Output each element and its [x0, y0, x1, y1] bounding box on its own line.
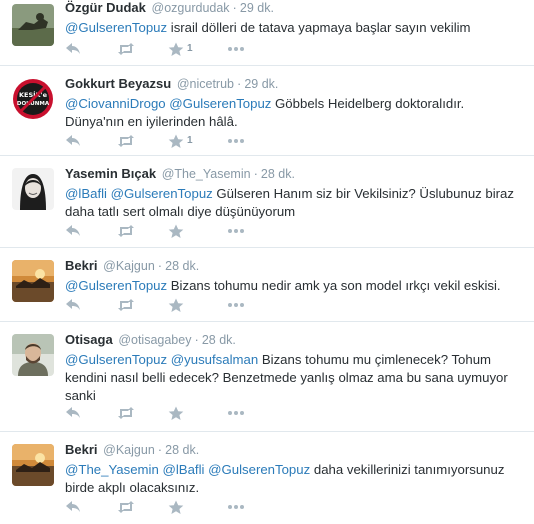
- separator-dot: ·: [237, 76, 242, 91]
- reply-icon[interactable]: [65, 500, 83, 516]
- more-icon[interactable]: [227, 134, 245, 150]
- reply-icon[interactable]: [65, 42, 83, 58]
- more-icon[interactable]: [227, 298, 245, 314]
- mention-link[interactable]: @CiovanniDrogo: [65, 96, 166, 111]
- tweet-text: @GulserenTopuz @yusufsalman Bizans tohum…: [65, 351, 526, 405]
- mention-link[interactable]: @GulserenTopuz: [65, 352, 167, 367]
- tweet-text: @GulserenTopuz Bizans tohumu nedir amk y…: [65, 277, 526, 295]
- favorite-count: 1: [187, 135, 193, 146]
- tweet-item[interactable]: Bekri @Kajgun · 28 dk. @GulserenTopuz Biza…: [0, 248, 534, 322]
- avatar[interactable]: [12, 260, 54, 302]
- tweet-item[interactable]: Bekri @Kajgun · 28 dk. @The_Yasemin @lBafl…: [0, 432, 534, 524]
- more-icon[interactable]: [227, 224, 245, 240]
- more-icon[interactable]: [227, 500, 245, 516]
- reply-icon[interactable]: [65, 134, 83, 150]
- reply-icon[interactable]: [65, 406, 83, 422]
- avatar[interactable]: [12, 444, 54, 486]
- retweet-icon[interactable]: [117, 134, 135, 150]
- retweet-icon[interactable]: [117, 42, 135, 58]
- separator-dot: ·: [194, 332, 199, 347]
- tweet-timestamp[interactable]: 28 dk.: [261, 167, 295, 181]
- star-icon[interactable]: [168, 298, 186, 314]
- tweet-fullname[interactable]: Bekri: [65, 258, 98, 273]
- tweet-text: @lBafli @GulserenTopuz Gülseren Hanım si…: [65, 185, 526, 221]
- tweet-text: @GulserenTopuz israil dölleri de tatava …: [65, 19, 526, 37]
- avatar-logo-text: DOKUNMA: [17, 101, 50, 107]
- retweet-icon[interactable]: [117, 406, 135, 422]
- retweet-icon[interactable]: [117, 224, 135, 240]
- reply-icon[interactable]: [65, 298, 83, 314]
- avatar[interactable]: KESİK'e DOKUNMA: [12, 78, 54, 120]
- mention-link[interactable]: @lBafli: [65, 186, 107, 201]
- tweet-timestamp[interactable]: 28 dk.: [165, 443, 199, 457]
- tweet-fullname[interactable]: Otisaga: [65, 332, 113, 347]
- tweet-fullname[interactable]: Gokkurt Beyazsu: [65, 76, 171, 91]
- avatar[interactable]: [12, 334, 54, 376]
- tweet-item[interactable]: Yasemin Bıçak @The_Yasemin · 28 dk. @lBafl…: [0, 156, 534, 248]
- separator-dot: ·: [157, 258, 163, 273]
- tweet-item[interactable]: Otisaga @otisagabey · 28 dk. @GulserenTopu…: [0, 322, 534, 432]
- star-icon[interactable]: [168, 42, 186, 58]
- tweet-fullname[interactable]: Yasemin Bıçak: [65, 166, 156, 181]
- tweet-fullname[interactable]: Özgür Dudak: [65, 0, 146, 15]
- star-icon[interactable]: [168, 134, 186, 150]
- tweet-handle[interactable]: @ozgurdudak: [152, 1, 230, 15]
- more-icon[interactable]: [227, 42, 245, 58]
- tweet-handle[interactable]: @nicetrub: [177, 77, 234, 91]
- tweet-item[interactable]: Özgür Dudak @ozgurdudak · 29 dk. @Gulseren…: [0, 0, 534, 66]
- separator-dot: ·: [253, 166, 258, 181]
- tweet-body: israil dölleri de tatava yapmaya başlar …: [167, 20, 471, 35]
- tweet-handle[interactable]: @The_Yasemin: [162, 167, 251, 181]
- star-icon[interactable]: [168, 406, 186, 422]
- tweet-handle[interactable]: @Kajgun: [103, 443, 155, 457]
- mention-link[interactable]: @GulserenTopuz: [111, 186, 213, 201]
- mention-link[interactable]: @yusufsalman: [171, 352, 258, 367]
- retweet-icon[interactable]: [117, 298, 135, 314]
- avatar[interactable]: [12, 168, 54, 210]
- tweet-timestamp[interactable]: 29 dk.: [244, 77, 278, 91]
- tweet-handle[interactable]: @Kajgun: [103, 259, 155, 273]
- tweet-timestamp[interactable]: 29 dk.: [240, 1, 274, 15]
- more-icon[interactable]: [227, 406, 245, 422]
- reply-icon[interactable]: [65, 224, 83, 240]
- tweet-handle[interactable]: @otisagabey: [118, 333, 191, 347]
- tweet-body: Bizans tohumu nedir amk ya son model ırk…: [167, 278, 501, 293]
- mention-link[interactable]: @GulserenTopuz: [65, 278, 167, 293]
- mention-link[interactable]: @GulserenTopuz: [208, 462, 310, 477]
- mention-link[interactable]: @GulserenTopuz: [65, 20, 167, 35]
- avatar[interactable]: [12, 4, 54, 46]
- tweet-timestamp[interactable]: 28 dk.: [165, 259, 199, 273]
- mention-link[interactable]: @GulserenTopuz: [169, 96, 271, 111]
- mention-link[interactable]: @The_Yasemin: [65, 462, 159, 477]
- tweet-item[interactable]: KESİK'e DOKUNMA Gokkurt Beyazsu @nicetru…: [0, 66, 534, 156]
- retweet-icon[interactable]: [117, 500, 135, 516]
- tweet-text: @The_Yasemin @lBafli @GulserenTopuz daha…: [65, 461, 526, 497]
- favorite-count: 1: [187, 43, 193, 54]
- tweet-fullname[interactable]: Bekri: [65, 442, 98, 457]
- separator-dot: ·: [232, 0, 237, 15]
- tweet-timestamp[interactable]: 28 dk.: [202, 333, 236, 347]
- mention-link[interactable]: @lBafli: [162, 462, 204, 477]
- star-icon[interactable]: [168, 224, 186, 240]
- star-icon[interactable]: [168, 500, 186, 516]
- separator-dot: ·: [157, 442, 163, 457]
- tweet-text: @CiovanniDrogo @GulserenTopuz Göbbels He…: [65, 95, 526, 131]
